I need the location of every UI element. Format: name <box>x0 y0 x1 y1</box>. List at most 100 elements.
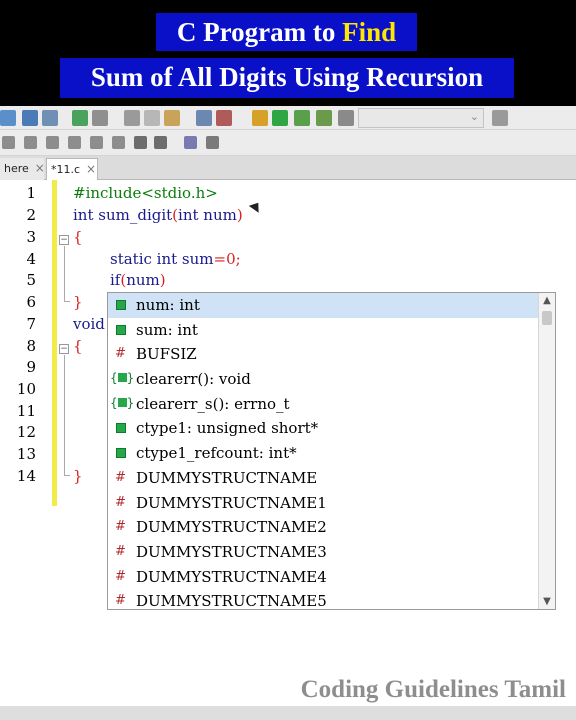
autocomplete-item[interactable]: num: int <box>108 293 539 318</box>
abort-icon[interactable] <box>338 110 354 126</box>
autocomplete-item-label: ctype1: unsigned short* <box>136 419 319 438</box>
code-line-5: if(num) <box>110 271 166 289</box>
line-number: 4 <box>26 250 36 268</box>
undo-icon[interactable] <box>72 110 88 126</box>
close-icon[interactable]: × <box>35 161 45 175</box>
code-token: ; <box>235 250 241 268</box>
macro-icon: # <box>115 543 126 559</box>
title-line-1: C Program to Find <box>156 13 417 51</box>
comment-icon[interactable] <box>2 136 15 149</box>
variable-icon <box>116 324 126 335</box>
variable-icon <box>116 423 126 434</box>
uncomment-icon[interactable] <box>24 136 37 149</box>
stop-icon[interactable] <box>154 136 167 149</box>
paste-icon[interactable] <box>164 110 180 126</box>
editor-tab-bar: here × *11.c × <box>0 156 576 180</box>
code-token: if <box>110 271 121 289</box>
code-line-4: static int sum=0; <box>110 250 241 268</box>
autocomplete-item[interactable]: sum: int <box>108 318 539 343</box>
autocomplete-item-label: ctype1_refcount: int* <box>136 444 297 463</box>
fold-end <box>64 301 70 302</box>
title-banner: C Program to Find Sum of All Digits Usin… <box>0 0 576 106</box>
build-target-dropdown[interactable]: ⌄ <box>358 108 484 128</box>
autocomplete-item-label: clearerr_s(): errno_t <box>136 394 290 413</box>
variable-icon <box>116 448 126 459</box>
tab-label: here <box>4 162 29 175</box>
fold-toggle-icon[interactable]: − <box>59 344 69 354</box>
autocomplete-item-label: DUMMYSTRUCTNAME5 <box>136 592 327 611</box>
main-toolbar: ⌄ <box>0 106 576 130</box>
status-bar <box>0 706 576 720</box>
code-line-2: int sum_digit(int num) <box>73 206 243 224</box>
autocomplete-item[interactable]: ctype1_refcount: int* <box>108 441 539 466</box>
code-line-6: } <box>73 293 83 311</box>
macro-icon: # <box>115 519 126 535</box>
stream-comment-icon[interactable] <box>68 136 81 149</box>
build-run-icon[interactable] <box>294 110 310 126</box>
open-file-icon[interactable] <box>0 110 16 126</box>
autocomplete-item-label: DUMMYSTRUCTNAME2 <box>136 518 327 537</box>
line-number: 6 <box>26 293 36 311</box>
debug-toolbar <box>0 130 576 156</box>
variable-icon <box>116 300 126 310</box>
autocomplete-item-label: DUMMYSTRUCTNAME3 <box>136 542 327 561</box>
code-line-1: #include<stdio.h> <box>73 184 218 202</box>
autocomplete-item-label: BUFSIZ <box>136 345 197 364</box>
close-icon[interactable]: × <box>86 162 96 176</box>
pause-icon[interactable] <box>134 136 147 149</box>
autocomplete-item[interactable]: # DUMMYSTRUCTNAME1 <box>108 491 539 516</box>
function-icon: {} <box>110 371 135 386</box>
scroll-up-icon[interactable]: ▲ <box>539 295 555 306</box>
autocomplete-item[interactable]: # DUMMYSTRUCTNAME3 <box>108 540 539 565</box>
fold-line <box>64 246 65 301</box>
autocomplete-item[interactable]: {} clearerr(): void <box>108 367 539 392</box>
code-line-8: { <box>73 337 83 355</box>
autocomplete-item[interactable]: ctype1: unsigned short* <box>108 416 539 441</box>
redo-icon[interactable] <box>92 110 108 126</box>
save-icon[interactable] <box>22 110 38 126</box>
tab-here[interactable]: here × <box>0 158 45 180</box>
autocomplete-item-label: num: int <box>136 296 200 314</box>
cut-icon[interactable] <box>124 110 140 126</box>
find-icon[interactable] <box>196 110 212 126</box>
replace-icon[interactable] <box>216 110 232 126</box>
fold-end <box>64 475 70 476</box>
autocomplete-item-label: DUMMYSTRUCTNAME <box>136 468 318 487</box>
jump-icon[interactable] <box>184 136 197 149</box>
fold-toggle-icon[interactable]: − <box>59 235 69 245</box>
bookmark-icon[interactable] <box>206 136 219 149</box>
macro-icon: # <box>115 469 126 485</box>
macro-icon: # <box>115 494 126 510</box>
save-all-icon[interactable] <box>42 110 58 126</box>
box-comment-icon[interactable] <box>90 136 103 149</box>
run-icon[interactable] <box>272 110 288 126</box>
build-icon[interactable] <box>252 110 268 126</box>
autocomplete-item[interactable]: # DUMMYSTRUCTNAME5 <box>108 589 539 614</box>
code-token: int num <box>178 206 237 224</box>
tab-11-c[interactable]: *11.c × <box>46 158 98 180</box>
options-icon[interactable] <box>492 110 508 126</box>
rebuild-icon[interactable] <box>316 110 332 126</box>
autocomplete-item[interactable]: # DUMMYSTRUCTNAME4 <box>108 565 539 590</box>
copy-icon[interactable] <box>144 110 160 126</box>
indent-icon[interactable] <box>112 136 125 149</box>
autocomplete-item-label: DUMMYSTRUCTNAME4 <box>136 567 327 586</box>
tab-label: *11.c <box>51 163 81 176</box>
autocomplete-item[interactable]: {} clearerr_s(): errno_t <box>108 392 539 417</box>
scroll-down-icon[interactable]: ▼ <box>539 596 555 607</box>
scroll-thumb[interactable] <box>542 311 552 325</box>
autocomplete-popup[interactable]: num: int sum: int # BUFSIZ{} clearerr(): voi… <box>107 292 556 610</box>
autocomplete-item[interactable]: # DUMMYSTRUCTNAME <box>108 466 539 491</box>
macro-icon: # <box>115 346 126 362</box>
macro-icon: # <box>115 568 126 584</box>
autocomplete-item[interactable]: # DUMMYSTRUCTNAME2 <box>108 515 539 540</box>
autocomplete-item[interactable]: # BUFSIZ <box>108 342 539 367</box>
autocomplete-scrollbar[interactable]: ▲ ▼ <box>538 293 555 609</box>
toggle-comment-icon[interactable] <box>46 136 59 149</box>
change-marker-bar <box>52 180 57 506</box>
autocomplete-item-label: clearerr(): void <box>136 370 251 389</box>
code-token: ) <box>236 206 243 224</box>
mouse-pointer-icon <box>248 199 264 213</box>
title-line-1-highlight: Find <box>342 17 397 47</box>
macro-icon: # <box>115 593 126 609</box>
